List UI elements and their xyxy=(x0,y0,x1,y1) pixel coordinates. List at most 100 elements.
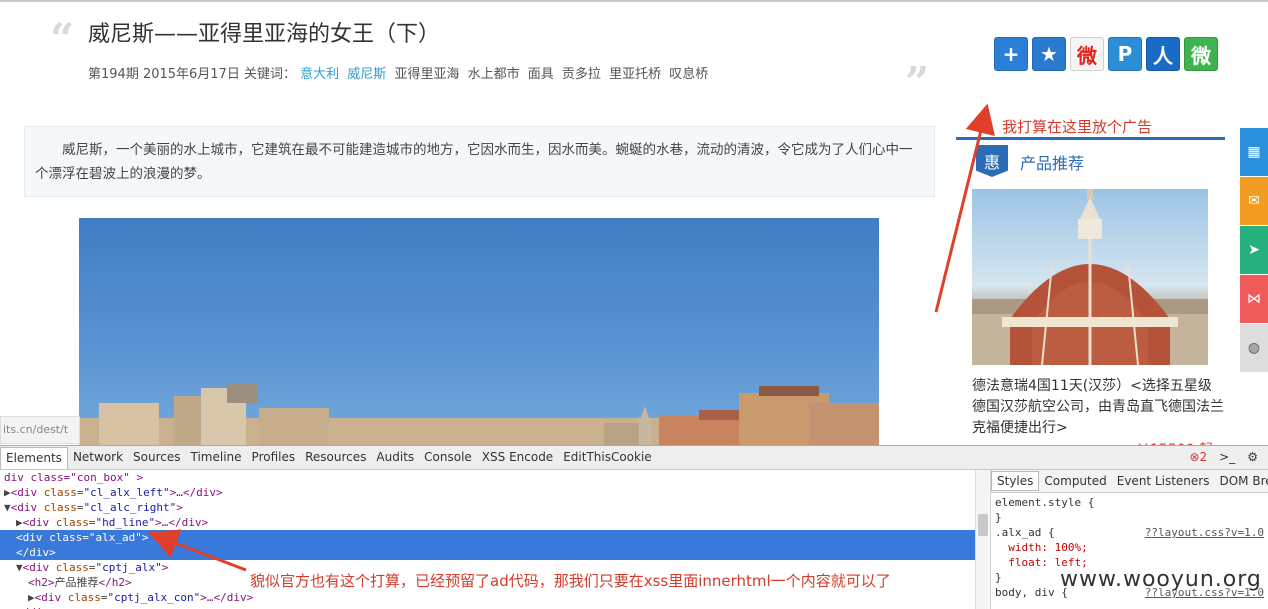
devtools-tab-profiles[interactable]: Profiles xyxy=(247,446,301,469)
product-recommend-box: 惠 产品推荐 德法意瑞4国11天(汉莎）<选择五星级德国汉莎航空公司，由青岛直飞… xyxy=(956,137,1225,458)
attr-value: cptj_alx_con xyxy=(114,591,194,604)
keyword[interactable]: 里亚托桥 xyxy=(609,67,661,82)
article-title: 威尼斯——亚得里亚海的女王（下） xyxy=(88,22,441,47)
styles-tab-computed[interactable]: Computed xyxy=(1039,474,1111,488)
devtools-tab-resources[interactable]: Resources xyxy=(300,446,371,469)
dom-node-line[interactable]: div class="con_box" > xyxy=(0,470,975,485)
element-style-rule[interactable]: element.style { xyxy=(995,495,1264,510)
product-recommend-title: 产品推荐 xyxy=(1020,154,1085,173)
attr-value: alx_ad xyxy=(95,531,136,544)
css-property[interactable]: width: 100%; xyxy=(995,540,1264,555)
styles-tab-bar: StylesComputedEvent ListenersDOM Breakpo xyxy=(991,470,1268,493)
chat-bubble-icon[interactable]: ✉ xyxy=(1240,177,1268,225)
tag-tail: …</div> xyxy=(161,516,209,529)
error-count: 2 xyxy=(1199,450,1208,464)
attr-name: class xyxy=(55,516,89,529)
paper-plane-icon[interactable]: ➤ xyxy=(1240,226,1268,274)
devtools-tab-xss-encode[interactable]: XSS Encode xyxy=(477,446,558,469)
attr-value: cl_alx_left xyxy=(90,486,163,499)
share-nodes-icon[interactable]: ⋈ xyxy=(1240,275,1268,323)
duomo-illustration xyxy=(972,189,1208,365)
keyword-link[interactable]: 威尼斯 xyxy=(347,67,386,82)
rule-selector: body, div { xyxy=(995,586,1068,599)
attr-value: hd_line xyxy=(102,516,149,529)
devtools-tab-audits[interactable]: Audits xyxy=(371,446,419,469)
tencent-weibo-icon[interactable]: P xyxy=(1108,37,1142,71)
tag-name: div xyxy=(29,561,50,574)
product-description[interactable]: 德法意瑞4国11天(汉莎）<选择五星级德国汉莎航空公司，由青岛直飞德国法兰克福便… xyxy=(972,376,1224,439)
dom-node-line[interactable]: ▶<div class="hd_line">…</div> xyxy=(0,515,975,530)
meta-prefix: 第194期 2015年6月17日 关键词： xyxy=(88,67,296,82)
keyword[interactable]: 面具 xyxy=(528,67,554,82)
closing-tag: </div> xyxy=(16,546,56,559)
dom-tree-scrollbar[interactable] xyxy=(975,470,989,609)
expand-arrow-icon[interactable]: ▼ xyxy=(4,501,11,514)
wechat-icon[interactable]: 微 xyxy=(1184,37,1218,71)
error-counter[interactable]: ⊗2 xyxy=(1189,450,1207,464)
article-meta: 第194期 2015年6月17日 关键词： 意大利 威尼斯 亚得里亚海 水上都市… xyxy=(88,63,712,82)
attr-name: class xyxy=(43,501,77,514)
article-summary: 威尼斯，一个美丽的水上城市，它建筑在最不可能建造城市的地方，它因水而生，因水而美… xyxy=(24,126,935,197)
dom-node-line[interactable]: </div> xyxy=(0,545,975,560)
weibo-icon[interactable]: 微 xyxy=(1070,37,1104,71)
page: “ 威尼斯——亚得里亚海的女王（下） 第194期 2015年6月17日 关键词：… xyxy=(0,0,1268,609)
florence-dome-image[interactable] xyxy=(972,189,1208,365)
code-annotation: 貌似官方也有这个打算，已经预留了ad代码，那我们只要在xss里面innerhtm… xyxy=(250,572,891,590)
dom-text: div class="con_box" > xyxy=(4,471,144,484)
dom-node-line[interactable]: ▶<div class="cl_alx_left">…</div> xyxy=(0,485,975,500)
qzone-star-icon[interactable]: ★ xyxy=(1032,37,1066,71)
dom-node-line[interactable]: <div class="alx_ad"> xyxy=(0,530,975,545)
tag-name: div xyxy=(41,591,62,604)
console-drawer-icon[interactable]: >_ xyxy=(1219,450,1235,464)
rule-selector: .alx_ad { xyxy=(995,526,1055,539)
top-border xyxy=(0,0,1268,4)
qr-code-icon[interactable]: ▦ xyxy=(1240,128,1268,176)
devtools-tab-timeline[interactable]: Timeline xyxy=(186,446,247,469)
expand-arrow-icon[interactable]: ▶ xyxy=(28,591,35,604)
plus-share-icon[interactable]: + xyxy=(994,37,1028,71)
attr-name: class xyxy=(49,531,83,544)
tag-name: div xyxy=(17,501,38,514)
styles-tab-event-listeners[interactable]: Event Listeners xyxy=(1112,474,1215,488)
expand-arrow-icon[interactable]: ▼ xyxy=(16,561,23,574)
scrollbar-thumb[interactable] xyxy=(978,514,988,536)
attr-name: class xyxy=(55,561,89,574)
status-url-tooltip: its.cn/dest/t xyxy=(0,416,80,444)
tag-name: div xyxy=(22,531,43,544)
alx-ad-rule[interactable]: .alx_ad { ??layout.css?v=1.0 xyxy=(995,525,1264,540)
dom-node-line[interactable]: ▶<div class="cptj_alx_con">…</div> xyxy=(0,590,975,605)
keyword[interactable]: 叹息桥 xyxy=(669,67,708,82)
tag-tail: …</div> xyxy=(206,591,254,604)
devtools-toolbar-right: ⊗2 >_ ⚙ xyxy=(1189,450,1258,464)
floating-right-rail: ▦ ✉ ➤ ⋈ ◍ xyxy=(1240,128,1268,373)
devtools-tab-console[interactable]: Console xyxy=(419,446,477,469)
keyword-link[interactable]: 意大利 xyxy=(300,67,339,82)
rule-close: } xyxy=(995,511,1002,524)
attr-name: class xyxy=(43,486,77,499)
keyword[interactable]: 贡多拉 xyxy=(562,67,601,82)
keyword[interactable]: 亚得里亚海 xyxy=(394,67,459,82)
venice-skyline-illustration xyxy=(79,383,879,458)
open-quote-icon: “ xyxy=(50,14,75,63)
close-quote-icon: ” xyxy=(905,58,930,107)
globe-icon[interactable]: ◍ xyxy=(1240,324,1268,372)
expand-arrow-icon[interactable]: ▶ xyxy=(16,516,23,529)
venice-photo xyxy=(79,218,879,458)
devtools-tab-sources[interactable]: Sources xyxy=(128,446,185,469)
dom-node-line[interactable]: ▼<div class="cl_alc_right"> xyxy=(0,500,975,515)
attr-value: cptj_alx xyxy=(102,561,156,574)
styles-tab-dom-breakpo[interactable]: DOM Breakpo xyxy=(1214,474,1268,488)
devtools-tab-network[interactable]: Network xyxy=(68,446,128,469)
keyword[interactable]: 水上都市 xyxy=(468,67,520,82)
styles-tab-styles[interactable]: Styles xyxy=(991,471,1040,491)
settings-gear-icon[interactable]: ⚙ xyxy=(1247,450,1258,464)
renren-icon[interactable]: 人 xyxy=(1146,37,1180,71)
devtools-tab-editthiscookie[interactable]: EditThisCookie xyxy=(558,446,657,469)
expand-arrow-icon[interactable]: ▶ xyxy=(4,486,11,499)
devtools-tab-bar: Elements Network Sources Timeline Profiles Re… xyxy=(0,446,1268,470)
dom-node-line[interactable]: </div> xyxy=(0,605,975,609)
ad-annotation: 我打算在这里放个广告 xyxy=(1002,118,1153,136)
stylesheet-link[interactable]: ??layout.css?v=1.0 xyxy=(1145,525,1264,540)
discount-badge: 惠 xyxy=(976,145,1008,177)
devtools-tab-elements[interactable]: Elements xyxy=(0,446,68,469)
